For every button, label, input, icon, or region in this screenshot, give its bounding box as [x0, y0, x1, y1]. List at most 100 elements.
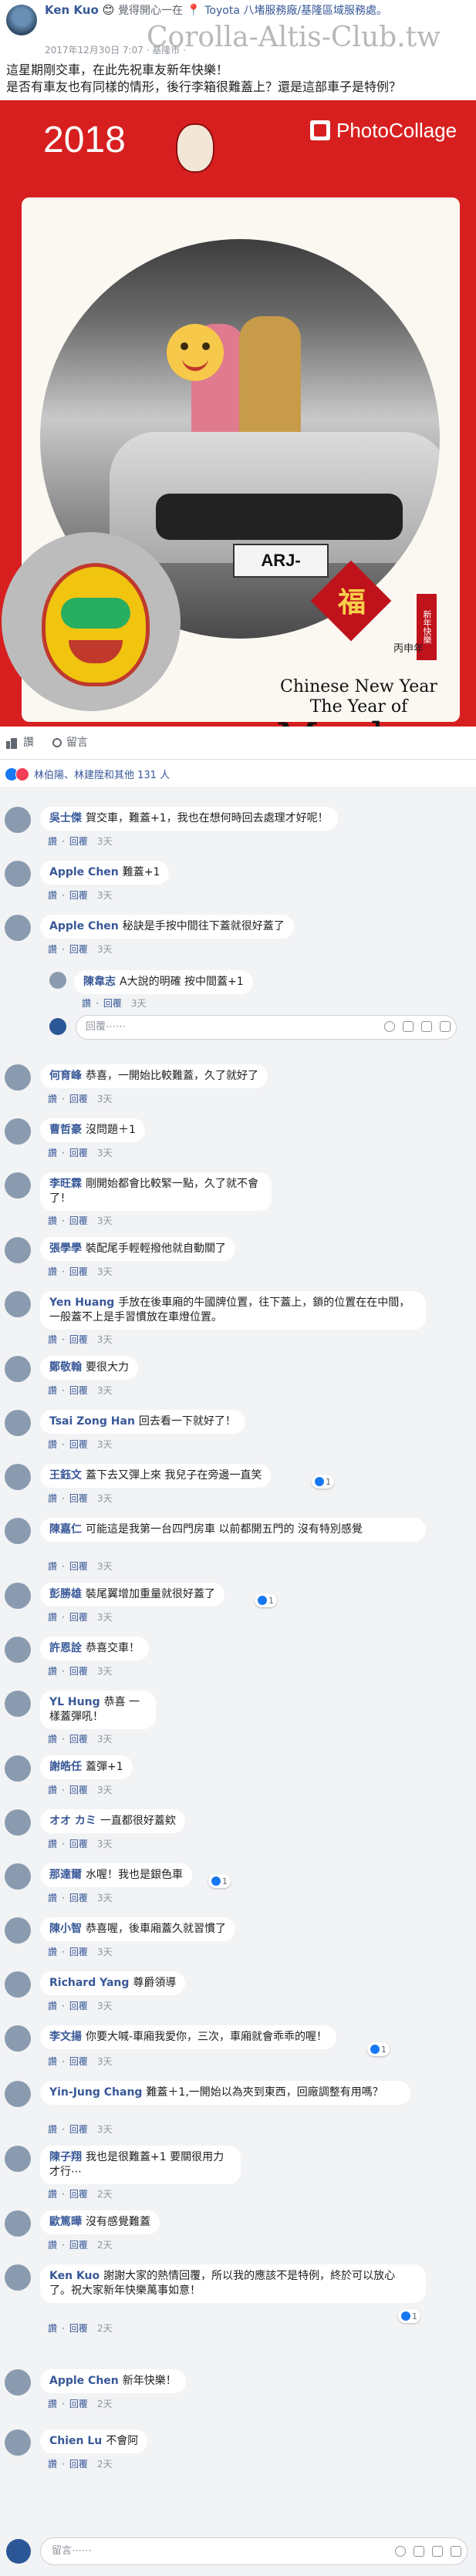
commenter-name[interactable]: Apple Chen	[49, 2375, 119, 2387]
avatar[interactable]	[5, 2429, 31, 2456]
comment-time[interactable]: 3天	[97, 1385, 113, 1396]
comment-time[interactable]: 2天	[97, 2399, 113, 2409]
avatar[interactable]	[5, 2369, 31, 2396]
comment-like-link[interactable]: 讚	[48, 836, 57, 847]
comment-time[interactable]: 3天	[131, 998, 147, 1009]
commenter-name[interactable]: 陳小智	[49, 1923, 82, 1935]
comment-time[interactable]: 3天	[97, 1734, 113, 1745]
comment-reply-link[interactable]: 回覆	[69, 1493, 88, 1504]
emoji-icon[interactable]	[395, 2546, 406, 2557]
comment-like-link[interactable]: 讚	[48, 2399, 57, 2409]
author-name[interactable]: Ken Kuo	[45, 3, 99, 17]
gif-icon[interactable]	[421, 1021, 432, 1032]
comment-reply-link[interactable]: 回覆	[69, 2323, 88, 2334]
comment-like-link[interactable]: 讚	[48, 2459, 57, 2470]
comment-like-link[interactable]: 讚	[48, 1334, 57, 1345]
comment-reply-link[interactable]: 回覆	[103, 998, 122, 1009]
commenter-name[interactable]: Apple Chen	[49, 866, 119, 878]
comment-reply-link[interactable]: 回覆	[69, 2001, 88, 2011]
comment-like-link[interactable]: 讚	[48, 890, 57, 901]
comment-time[interactable]: 3天	[97, 1612, 113, 1623]
commenter-name[interactable]: 彭勝雄	[49, 1588, 82, 1600]
avatar[interactable]	[5, 1691, 31, 1717]
comment-time[interactable]: 3天	[97, 1334, 113, 1345]
comment-reply-link[interactable]: 回覆	[69, 836, 88, 847]
comment-like-link[interactable]: 讚	[48, 1785, 57, 1795]
commenter-name[interactable]: 陳韋志	[83, 976, 116, 988]
avatar[interactable]	[5, 1917, 31, 1944]
commenter-name[interactable]: 何育峰	[49, 1070, 82, 1082]
comment-reply-link[interactable]: 回覆	[69, 2189, 88, 2200]
commenter-name[interactable]: 王鈺文	[49, 1469, 82, 1482]
comment-reply-link[interactable]: 回覆	[69, 2124, 88, 2135]
comment-like-link[interactable]: 讚	[48, 1439, 57, 1450]
commenter-name[interactable]: Ken Kuo	[49, 2270, 100, 2282]
comment-reaction-count[interactable]: 1	[367, 2042, 390, 2056]
avatar[interactable]	[5, 2025, 31, 2052]
comment-time[interactable]: 3天	[97, 1666, 113, 1677]
comment-reply-link[interactable]: 回覆	[69, 1561, 88, 1572]
avatar[interactable]	[5, 1809, 31, 1836]
comment-reply-link[interactable]: 回覆	[69, 2240, 88, 2251]
avatar[interactable]	[5, 1518, 31, 1544]
comment-like-link[interactable]: 讚	[48, 1266, 57, 1277]
commenter-name[interactable]: 曹哲豪	[49, 1124, 82, 1136]
comment-reply-link[interactable]: 回覆	[69, 2459, 88, 2470]
comment-button[interactable]: 留言	[52, 734, 88, 750]
commenter-name[interactable]: 謝皓任	[49, 1761, 82, 1773]
comment-reaction-count[interactable]: 1	[312, 1475, 334, 1489]
avatar[interactable]	[5, 1637, 31, 1663]
avatar[interactable]	[5, 915, 31, 941]
commenter-name[interactable]: Richard Yang	[49, 1977, 129, 1989]
avatar[interactable]	[5, 1237, 31, 1263]
comment-reaction-count[interactable]: 1	[208, 1874, 231, 1888]
comment-like-link[interactable]: 讚	[82, 998, 91, 1009]
avatar[interactable]	[5, 1971, 31, 1998]
comment-like-link[interactable]: 讚	[48, 2189, 57, 2200]
comment-like-link[interactable]: 讚	[48, 1385, 57, 1396]
comment-reaction-count[interactable]: 1	[398, 2309, 420, 2323]
comment-reaction-count[interactable]: 1	[255, 1593, 277, 1607]
comment-reply-link[interactable]: 回覆	[69, 2056, 88, 2067]
commenter-name[interactable]: Apple Chen	[49, 920, 119, 932]
commenter-name[interactable]: Tsai Zong Han	[49, 1415, 135, 1428]
sticker-icon[interactable]	[451, 2546, 461, 2557]
comment-reply-link[interactable]: 回覆	[69, 1439, 88, 1450]
comment-time[interactable]: 3天	[97, 1216, 113, 1226]
comment-like-link[interactable]: 讚	[48, 1734, 57, 1745]
avatar[interactable]	[5, 1291, 31, 1317]
comment-like-link[interactable]: 讚	[48, 2124, 57, 2135]
comment-reply-link[interactable]: 回覆	[69, 1666, 88, 1677]
author-avatar[interactable]	[6, 5, 37, 35]
commenter-name[interactable]: 陳嘉仁	[49, 1523, 82, 1536]
commenter-name[interactable]: YL Hung	[49, 1696, 100, 1708]
comment-like-link[interactable]: 讚	[48, 2056, 57, 2067]
comment-like-link[interactable]: 讚	[48, 1493, 57, 1504]
comment-time[interactable]: 3天	[97, 2124, 113, 2135]
avatar[interactable]	[5, 807, 31, 833]
comment-like-link[interactable]: 讚	[48, 944, 57, 955]
comment-time[interactable]: 2天	[97, 2459, 113, 2470]
avatar[interactable]	[5, 1118, 31, 1145]
comment-reply-link[interactable]: 回覆	[69, 1216, 88, 1226]
comment-time[interactable]: 3天	[97, 1893, 113, 1903]
commenter-name[interactable]: Chien Lu	[49, 2435, 102, 2447]
comment-like-link[interactable]: 讚	[48, 1148, 57, 1158]
comment-reply-link[interactable]: 回覆	[69, 1947, 88, 1957]
avatar[interactable]	[5, 1356, 31, 1382]
comment-time[interactable]: 3天	[97, 1947, 113, 1957]
camera-icon[interactable]	[403, 1021, 414, 1032]
commenter-name[interactable]: 吳士傑	[49, 812, 82, 824]
comment-reply-link[interactable]: 回覆	[69, 1612, 88, 1623]
comment-time[interactable]: 3天	[97, 1094, 113, 1104]
commenter-name[interactable]: 李旺霖	[49, 1178, 82, 1190]
comment-like-link[interactable]: 讚	[48, 1947, 57, 1957]
comment-reply-link[interactable]: 回覆	[69, 1094, 88, 1104]
comment-reply-link[interactable]: 回覆	[69, 1734, 88, 1745]
comment-reply-link[interactable]: 回覆	[69, 1148, 88, 1158]
comment-time[interactable]: 3天	[97, 944, 113, 955]
comment-reply-link[interactable]: 回覆	[69, 1839, 88, 1849]
commenter-name[interactable]: 許恩詮	[49, 1642, 82, 1654]
comment-like-link[interactable]: 讚	[48, 1666, 57, 1677]
comment-like-link[interactable]: 讚	[48, 1839, 57, 1849]
